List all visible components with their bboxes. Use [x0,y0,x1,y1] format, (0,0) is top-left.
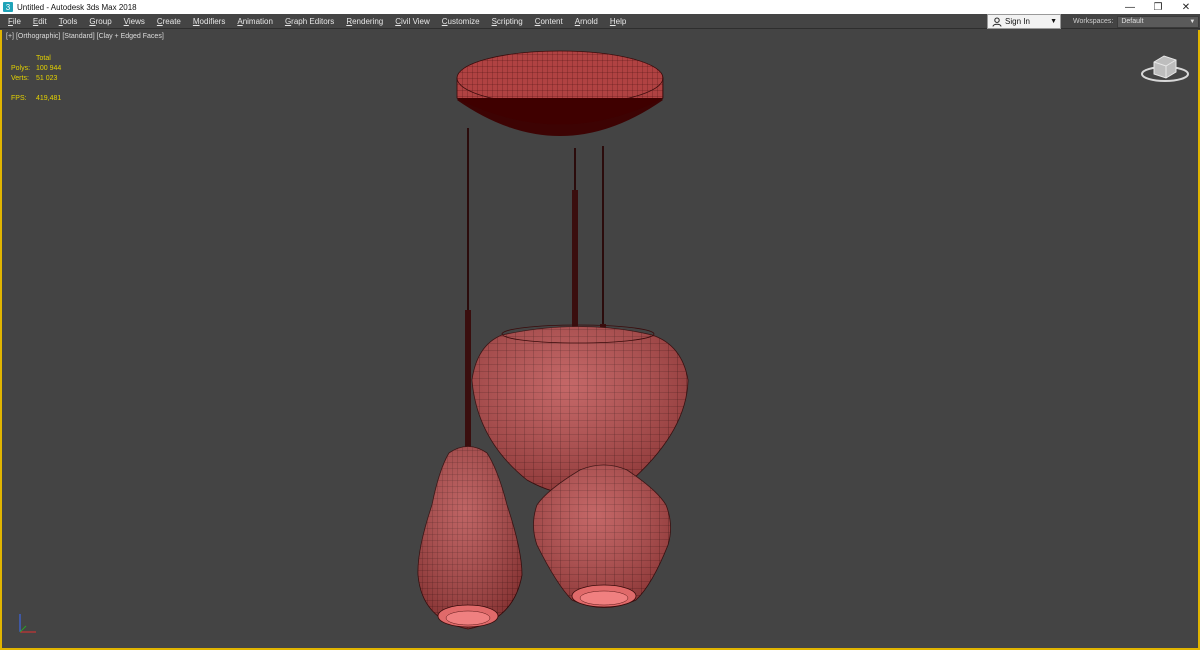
window-title: Untitled - Autodesk 3ds Max 2018 [17,2,137,12]
menu-civil-view[interactable]: Civil View [389,14,436,29]
menu-tools[interactable]: Tools [53,14,84,29]
minimize-button[interactable]: — [1116,0,1144,14]
main-menu: File Edit Tools Group Views Create Modif… [0,14,632,29]
stats-polys: Polys: 100 944 [11,65,62,72]
left-tall-shade [417,446,523,630]
menu-group[interactable]: Group [83,14,117,29]
menu-file[interactable]: File [2,14,27,29]
menu-content[interactable]: Content [529,14,569,29]
workspaces-selector: Workspaces: Default ▼ [1073,14,1200,29]
chevron-down-icon: ▼ [1189,18,1196,25]
sign-in-label: Sign In [1005,17,1030,26]
window-controls: — ❐ ✕ [1116,0,1200,14]
menu-animation[interactable]: Animation [231,14,279,29]
workspaces-dropdown[interactable]: Default ▼ [1117,15,1200,28]
stats-fps: FPS: 419,481 [11,95,62,102]
svg-text:3: 3 [6,3,11,12]
user-icon [992,17,1002,27]
viewport-shading-menu[interactable]: [Clay + Edged Faces] [97,33,164,40]
menu-edit[interactable]: Edit [27,14,53,29]
viewport-pov-menu[interactable]: [Orthographic] [16,33,60,40]
title-bar: 3 Untitled - Autodesk 3ds Max 2018 — ❐ ✕ [0,0,1200,14]
pendant-lamp-model [417,50,689,630]
menu-graph-editors[interactable]: Graph Editors [279,14,340,29]
menu-scripting[interactable]: Scripting [486,14,529,29]
menu-rendering[interactable]: Rendering [340,14,389,29]
restore-button[interactable]: ❐ [1144,0,1172,14]
viewport-general-menu[interactable]: [+] [6,33,14,40]
ceiling-canopy [456,50,664,136]
center-bell-shade [471,324,689,496]
menu-modifiers[interactable]: Modifiers [187,14,231,29]
menu-arnold[interactable]: Arnold [569,14,604,29]
axis-tripod-icon [19,614,36,633]
menu-create[interactable]: Create [151,14,187,29]
menu-customize[interactable]: Customize [436,14,486,29]
viewcube-icon[interactable] [1140,50,1190,86]
viewport-statistics: Total Polys: 100 944 Verts: 51 023 FPS: … [11,54,61,104]
workspaces-value: Default [1121,18,1144,25]
perspective-viewport[interactable]: [+] [Orthographic] [Standard] [Clay + Ed… [0,30,1200,650]
close-button[interactable]: ✕ [1172,0,1200,14]
menu-help[interactable]: Help [604,14,632,29]
stats-verts: Verts: 51 023 [11,75,58,82]
menu-views[interactable]: Views [118,14,151,29]
workspaces-label: Workspaces: [1073,18,1114,25]
sign-in-dropdown[interactable]: Sign In ▼ [987,14,1061,29]
viewport-label-menu: [+] [Orthographic] [Standard] [Clay + Ed… [6,33,164,40]
viewport-standard-menu[interactable]: [Standard] [62,33,94,40]
3ds-max-app-icon: 3 [3,2,13,12]
chevron-down-icon: ▼ [1050,18,1057,25]
stats-header: Total [36,55,51,62]
